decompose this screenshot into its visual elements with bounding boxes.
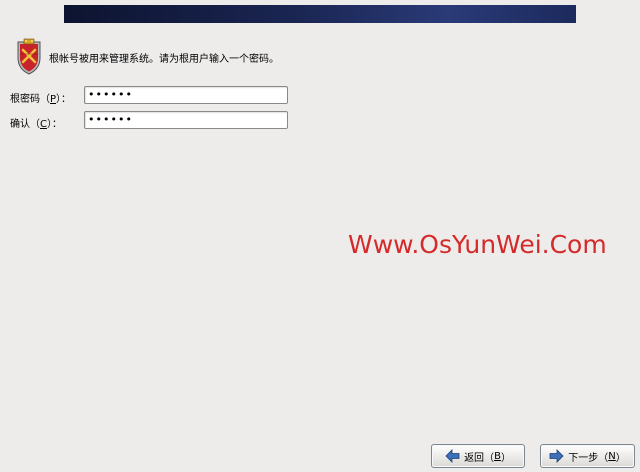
password-label-prefix: 根密码（	[10, 94, 50, 105]
watermark-text: Www.OsYunWei.Com	[348, 230, 607, 259]
back-button[interactable]: 返回（ B）	[431, 444, 525, 468]
confirm-password-input[interactable]	[84, 111, 288, 129]
back-label-prefix: 返回（	[464, 452, 495, 464]
back-label-key: B	[494, 450, 501, 462]
confirm-label: 确认（C）：	[10, 115, 62, 130]
arrow-right-icon	[549, 449, 564, 463]
next-label-prefix: 下一步（	[568, 452, 609, 464]
next-label-suffix: ）	[615, 452, 626, 464]
confirm-label-prefix: 确认（	[10, 119, 40, 130]
intro-text: 根帐号被用来管理系统。请为根用户输入一个密码。	[49, 54, 279, 65]
arrow-left-icon	[445, 449, 460, 463]
shield-crest-icon	[17, 38, 41, 75]
back-label-suffix: ）	[500, 452, 511, 464]
password-label: 根密码（P）：	[10, 90, 71, 105]
root-password-input[interactable]	[84, 86, 288, 104]
password-label-suffix: ）：	[56, 94, 72, 105]
confirm-label-suffix: ）：	[46, 119, 62, 130]
confirm-label-key: C	[40, 119, 47, 130]
header-banner	[64, 5, 576, 23]
next-button[interactable]: 下一步（ N）	[540, 444, 635, 468]
next-label-key: N	[608, 450, 616, 462]
